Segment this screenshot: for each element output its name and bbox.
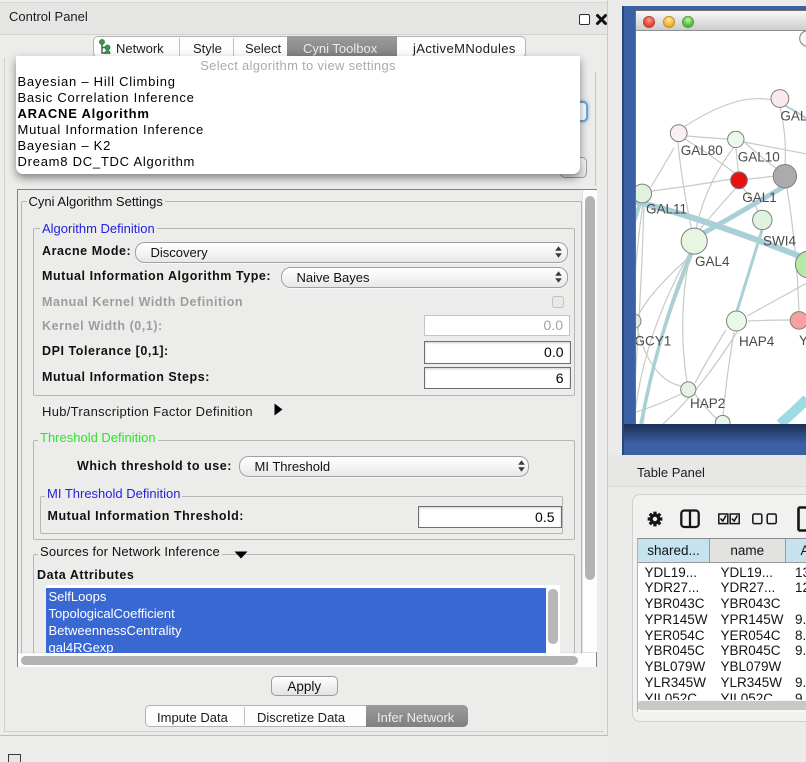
- svg-text:GAL80: GAL80: [780, 108, 806, 123]
- svg-text:GAL10: GAL10: [738, 149, 780, 164]
- svg-text:GAL80: GAL80: [681, 143, 723, 158]
- svg-text:GAL4: GAL4: [695, 254, 730, 269]
- svg-text:GAL1: GAL1: [742, 190, 777, 205]
- svg-text:GCY1: GCY1: [635, 333, 671, 348]
- svg-text:YMR: YMR: [799, 333, 806, 348]
- svg-text:SWI4: SWI4: [763, 234, 796, 249]
- svg-text:HAP4: HAP4: [739, 334, 775, 349]
- svg-text:GAL11: GAL11: [646, 201, 687, 216]
- svg-text:HAP2: HAP2: [690, 396, 725, 411]
